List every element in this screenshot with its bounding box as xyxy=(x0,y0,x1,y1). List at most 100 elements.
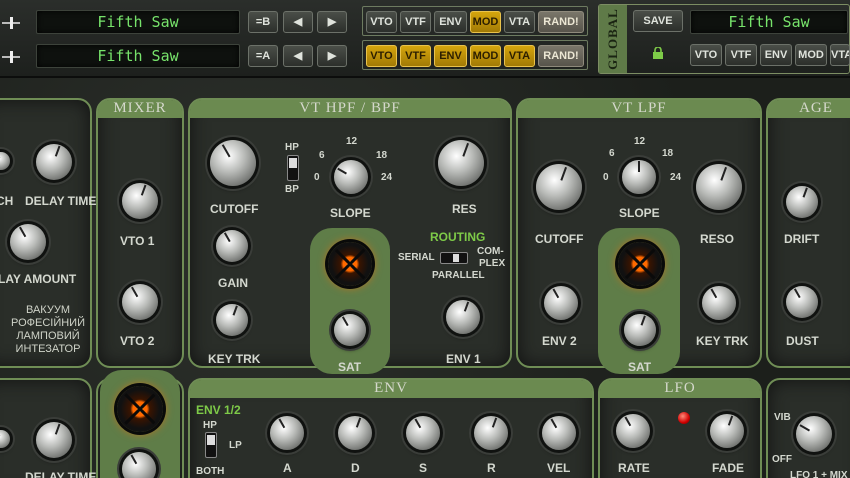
vib-lfo-label: LFO 1 + MIX xyxy=(790,470,848,478)
triangle-right-icon: ▶ xyxy=(327,50,337,62)
env-release-label: R xyxy=(487,461,496,475)
hpf-env1-knob[interactable] xyxy=(446,300,480,334)
delay-time-knob-2[interactable] xyxy=(36,422,72,458)
env-sub-label: ENV 1/2 xyxy=(196,403,241,417)
rand-button[interactable]: RAND! xyxy=(538,11,584,33)
mixer-tube-icon xyxy=(117,386,163,432)
hpf-slope-knob[interactable] xyxy=(334,160,368,194)
global-vtf-button[interactable]: VTF xyxy=(725,44,757,66)
global-vta-button[interactable]: VTA xyxy=(830,44,850,66)
vta-button[interactable]: VTA xyxy=(504,45,535,67)
lpf-sat-knob[interactable] xyxy=(624,314,656,346)
mixer-title: MIXER xyxy=(98,100,182,118)
env-attack-knob[interactable] xyxy=(270,416,304,450)
hpf-title: VT HPF / BPF xyxy=(190,100,510,118)
delay-time-knob[interactable] xyxy=(36,144,72,180)
dust-knob[interactable] xyxy=(786,286,818,318)
bp-label: BP xyxy=(285,184,299,195)
routing-label: ROUTING xyxy=(430,230,486,244)
lpf-env2-knob[interactable] xyxy=(544,286,578,320)
hpf-keytrk-label: KEY TRK xyxy=(208,352,261,366)
triangle-left-icon: ◀ xyxy=(293,16,303,28)
env-both-label: BOTH xyxy=(196,466,225,477)
copy-to-a-button[interactable]: =A xyxy=(248,45,278,67)
vtf-button[interactable]: VTF xyxy=(400,11,431,33)
complex-label-2: PLEX xyxy=(479,258,506,269)
global-env-button[interactable]: ENV xyxy=(760,44,792,66)
global-mod-button[interactable]: MOD xyxy=(795,44,827,66)
save-button[interactable]: SAVE xyxy=(633,10,683,32)
patch-name-display[interactable]: Fifth Saw xyxy=(36,10,240,34)
lpf-tick-18: 18 xyxy=(662,148,674,159)
lpf-reso-knob[interactable] xyxy=(696,164,742,210)
hpf-keytrk-knob[interactable] xyxy=(216,304,248,336)
global-vto-button[interactable]: VTO xyxy=(690,44,722,66)
lpf-keytrk-knob[interactable] xyxy=(702,286,736,320)
rand-button[interactable]: RAND! xyxy=(538,45,584,67)
next-patch-button[interactable]: ▶ xyxy=(317,45,347,67)
lpf-slope-knob[interactable] xyxy=(622,160,656,194)
mixer-drive-knob[interactable] xyxy=(122,452,156,478)
complex-label: COM- xyxy=(477,246,504,257)
lpf-reso-label: RESO xyxy=(700,232,735,246)
slope-tick-6: 6 xyxy=(319,150,325,161)
lfo-rate-label: RATE xyxy=(618,461,650,475)
next-patch-button[interactable]: ▶ xyxy=(317,11,347,33)
vto-button[interactable]: VTO xyxy=(366,11,397,33)
lfo-rate-knob[interactable] xyxy=(616,414,650,448)
lock-icon[interactable] xyxy=(652,46,664,59)
mini-slider-icon[interactable] xyxy=(2,49,20,65)
delay-time-label: DELAY TIME xyxy=(25,194,97,208)
delay-amount-knob[interactable] xyxy=(10,224,46,260)
mod-button[interactable]: MOD xyxy=(470,11,501,33)
env-button[interactable]: ENV xyxy=(434,11,467,33)
vto-button[interactable]: VTO xyxy=(366,45,397,67)
delay-time-label-2: DELAY TIME xyxy=(25,470,97,478)
vtf-button[interactable]: VTF xyxy=(400,45,431,67)
prev-patch-button[interactable]: ◀ xyxy=(283,45,313,67)
vto2-knob[interactable] xyxy=(122,284,158,320)
routing-switch[interactable] xyxy=(440,252,468,264)
lpf-title: VT LPF xyxy=(518,100,760,118)
vta-button[interactable]: VTA xyxy=(504,11,535,33)
delay-amount-label: LAY AMOUNT xyxy=(0,272,77,286)
env-button[interactable]: ENV xyxy=(434,45,467,67)
mini-slider-icon[interactable] xyxy=(2,15,20,31)
hpf-gain-knob[interactable] xyxy=(216,230,248,262)
env-hp-label: HP xyxy=(203,420,217,431)
patch-name-display[interactable]: Fifth Saw xyxy=(36,44,240,68)
hpf-cutoff-knob[interactable] xyxy=(210,140,256,186)
drift-knob[interactable] xyxy=(786,186,818,218)
dust-label: DUST xyxy=(786,334,819,348)
patch-row-b: Fifth Saw =B ◀ ▶ VTO VTF ENV MOD VTA RAN… xyxy=(0,6,598,38)
vto1-label: VTO 1 xyxy=(120,234,155,248)
env-sustain-label: S xyxy=(419,461,428,475)
parallel-label: PARALLEL xyxy=(432,270,485,281)
hpf-sat-knob[interactable] xyxy=(334,314,366,346)
env-velocity-label: VEL xyxy=(547,461,571,475)
hpf-tube-icon xyxy=(328,242,372,286)
env-velocity-knob[interactable] xyxy=(542,416,576,450)
lfo-title: LFO xyxy=(600,380,760,398)
hpf-gain-label: GAIN xyxy=(218,276,248,290)
hp-bp-switch[interactable] xyxy=(287,155,299,181)
env-decay-label: D xyxy=(351,461,360,475)
lpf-tube-icon xyxy=(618,242,662,286)
lpf-cutoff-knob[interactable] xyxy=(536,164,582,210)
prev-patch-button[interactable]: ◀ xyxy=(283,11,313,33)
lpf-tick-6: 6 xyxy=(609,148,615,159)
hp-label: HP xyxy=(285,142,299,153)
lfo-fade-knob[interactable] xyxy=(710,414,744,448)
env-routing-switch[interactable] xyxy=(205,432,217,458)
env-decay-knob[interactable] xyxy=(338,416,372,450)
delay-ch-label: CH xyxy=(0,194,14,208)
global-patch-display[interactable]: Fifth Saw xyxy=(690,10,848,34)
vto1-knob[interactable] xyxy=(122,183,158,219)
copy-to-b-button[interactable]: =B xyxy=(248,11,278,33)
env-release-knob[interactable] xyxy=(474,416,508,450)
hpf-res-knob[interactable] xyxy=(438,140,484,186)
env-sustain-knob[interactable] xyxy=(406,416,440,450)
mod-button[interactable]: MOD xyxy=(470,45,501,67)
vib-off-label: OFF xyxy=(772,454,792,465)
vib-amount-knob[interactable] xyxy=(796,416,832,452)
